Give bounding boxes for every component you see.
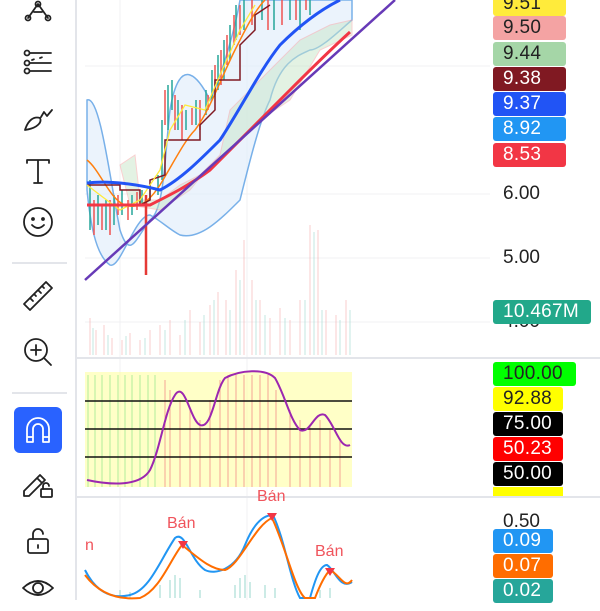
lock-drawings-button[interactable] bbox=[14, 517, 62, 563]
price-tick: 6.00 bbox=[503, 183, 540, 204]
toolbar-divider bbox=[12, 262, 67, 264]
magnet-mode-button[interactable] bbox=[14, 407, 62, 453]
oscillator-label-partial bbox=[493, 487, 563, 496]
oscillator-label: 50.00 bbox=[493, 462, 563, 486]
oscillator-label: 50.23 bbox=[493, 437, 563, 461]
oscillator-label: 75.00 bbox=[493, 412, 563, 436]
zoom-in-tool-button[interactable] bbox=[14, 329, 62, 375]
emoji-tool-button[interactable] bbox=[14, 199, 62, 245]
price-tick: 5.00 bbox=[503, 247, 540, 268]
hide-drawings-button[interactable] bbox=[14, 565, 62, 611]
macd-label: 0.09 bbox=[493, 529, 553, 553]
price-label: 9.44 bbox=[493, 42, 566, 66]
price-label: 9.38 bbox=[493, 67, 566, 91]
oscillator-label: 92.88 bbox=[493, 387, 563, 411]
price-chart[interactable] bbox=[77, 0, 490, 600]
measure-tool-button[interactable] bbox=[14, 273, 62, 319]
price-label: 9.50 bbox=[493, 16, 566, 40]
ruler-icon bbox=[23, 281, 53, 311]
projection-icon bbox=[23, 49, 52, 75]
pattern-icon bbox=[24, 0, 52, 22]
price-label: 8.92 bbox=[493, 117, 566, 141]
drawing-toolbar bbox=[0, 0, 77, 600]
macd-label: 0.07 bbox=[493, 554, 553, 578]
pencil-lock-icon bbox=[23, 474, 53, 498]
smiley-icon bbox=[23, 207, 53, 237]
pattern-tool-button[interactable] bbox=[14, 0, 62, 31]
brush-icon bbox=[24, 109, 53, 131]
stay-in-drawing-mode-button[interactable] bbox=[14, 460, 62, 506]
sell-signal-label: Bán bbox=[167, 515, 196, 532]
pane-separator[interactable] bbox=[77, 496, 600, 498]
brush-tool-button[interactable] bbox=[14, 95, 62, 141]
price-label: 8.53 bbox=[493, 143, 566, 167]
text-icon bbox=[26, 159, 50, 184]
magnet-icon bbox=[26, 417, 50, 443]
price-label: 9.37 bbox=[493, 92, 566, 116]
macd-label: 0.02 bbox=[493, 579, 553, 603]
unlock-icon bbox=[27, 528, 49, 554]
pane-separator[interactable] bbox=[77, 357, 600, 359]
sell-signal-label: Bán bbox=[315, 543, 344, 560]
macd-line bbox=[84, 513, 353, 599]
sell-signal-label: Bán bbox=[257, 490, 286, 504]
price-label: 9.51 bbox=[493, 0, 566, 16]
volume-label: 10.467M bbox=[493, 300, 591, 324]
zoom-in-icon bbox=[24, 338, 52, 366]
signal-line bbox=[84, 516, 353, 600]
text-tool-button[interactable] bbox=[14, 147, 62, 193]
oscillator-label: 100.00 bbox=[493, 362, 576, 386]
prediction-tool-button[interactable] bbox=[14, 39, 62, 85]
eye-icon bbox=[22, 580, 54, 596]
toolbar-divider bbox=[12, 392, 67, 394]
sell-signal-label-partial: n bbox=[85, 537, 94, 554]
